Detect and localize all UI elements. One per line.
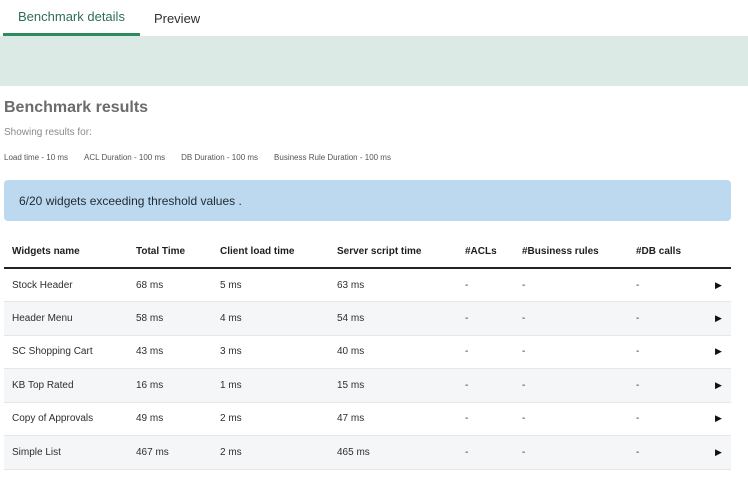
- cell-business-rules: -: [514, 402, 628, 436]
- cell-client-load-time: 3 ms: [212, 335, 329, 369]
- cell-total-time: 467 ms: [128, 435, 212, 470]
- table-header-row: Widgets name Total Time Client load time…: [4, 235, 731, 269]
- cell-acls: -: [457, 301, 514, 336]
- header-banner: [0, 36, 748, 86]
- cell-widget-name: Copy of Approvals: [4, 402, 128, 436]
- cell-client-load-time: 5 ms: [212, 268, 329, 302]
- tab-benchmark-details[interactable]: Benchmark details: [3, 0, 140, 36]
- table-row[interactable]: Header Menu 58 ms 4 ms 54 ms - - - ▶: [4, 301, 731, 336]
- cell-db-calls: -: [628, 368, 698, 403]
- table-row[interactable]: SC Shopping Cart 43 ms 3 ms 40 ms - - - …: [4, 335, 731, 369]
- cell-widget-name: Simple List: [4, 435, 128, 470]
- cell-widget-name: Header Menu: [4, 301, 128, 336]
- filter-db-duration: DB Duration - 100 ms: [181, 153, 259, 162]
- cell-server-script-time: 47 ms: [329, 402, 457, 436]
- cell-widget-name: KB Top Rated: [4, 368, 128, 403]
- page-title: Benchmark results: [4, 99, 149, 116]
- cell-acls: -: [457, 368, 514, 403]
- column-header-expand: [698, 235, 731, 269]
- table-row[interactable]: Stock Header 68 ms 5 ms 63 ms - - - ▶: [4, 268, 731, 302]
- cell-business-rules: -: [514, 368, 628, 403]
- table-row[interactable]: KB Top Rated 16 ms 1 ms 15 ms - - - ▶: [4, 368, 731, 403]
- cell-business-rules: -: [514, 435, 628, 470]
- cell-widget-name: Stock Header: [4, 268, 128, 302]
- tab-preview[interactable]: Preview: [140, 0, 214, 36]
- column-header-acls: #ACLs: [457, 235, 514, 269]
- cell-server-script-time: 54 ms: [329, 301, 457, 336]
- table-row[interactable]: Copy of Approvals 49 ms 2 ms 47 ms - - -…: [4, 402, 731, 436]
- threshold-filters: Load time - 10 ms ACL Duration - 100 ms …: [4, 153, 407, 162]
- cell-acls: -: [457, 402, 514, 436]
- table-row[interactable]: Simple List 467 ms 2 ms 465 ms - - - ▶: [4, 435, 731, 470]
- benchmark-table: Widgets name Total Time Client load time…: [4, 235, 731, 470]
- play-arrow-icon[interactable]: ▶: [698, 268, 731, 302]
- cell-client-load-time: 2 ms: [212, 435, 329, 470]
- cell-widget-name: SC Shopping Cart: [4, 335, 128, 369]
- cell-client-load-time: 2 ms: [212, 402, 329, 436]
- play-arrow-icon[interactable]: ▶: [698, 402, 731, 436]
- cell-server-script-time: 40 ms: [329, 335, 457, 369]
- threshold-alert: 6/20 widgets exceeding threshold values …: [4, 180, 731, 221]
- results-subtitle: Showing results for:: [4, 127, 92, 138]
- cell-server-script-time: 465 ms: [329, 435, 457, 470]
- tab-bar: Benchmark details Preview: [0, 0, 748, 36]
- filter-acl-duration: ACL Duration - 100 ms: [84, 153, 166, 162]
- cell-server-script-time: 15 ms: [329, 368, 457, 403]
- cell-total-time: 43 ms: [128, 335, 212, 369]
- cell-acls: -: [457, 335, 514, 369]
- cell-client-load-time: 1 ms: [212, 368, 329, 403]
- filter-business-rule-duration: Business Rule Duration - 100 ms: [274, 153, 391, 162]
- play-arrow-icon[interactable]: ▶: [698, 435, 731, 470]
- column-header-total-time: Total Time: [128, 235, 212, 269]
- cell-business-rules: -: [514, 268, 628, 302]
- cell-total-time: 16 ms: [128, 368, 212, 403]
- cell-db-calls: -: [628, 335, 698, 369]
- cell-total-time: 58 ms: [128, 301, 212, 336]
- cell-total-time: 68 ms: [128, 268, 212, 302]
- cell-acls: -: [457, 435, 514, 470]
- cell-client-load-time: 4 ms: [212, 301, 329, 336]
- cell-server-script-time: 63 ms: [329, 268, 457, 302]
- cell-business-rules: -: [514, 335, 628, 369]
- cell-db-calls: -: [628, 402, 698, 436]
- column-header-db-calls: #DB calls: [628, 235, 698, 269]
- cell-db-calls: -: [628, 301, 698, 336]
- filter-load-time: Load time - 10 ms: [4, 153, 69, 162]
- cell-total-time: 49 ms: [128, 402, 212, 436]
- cell-db-calls: -: [628, 268, 698, 302]
- cell-db-calls: -: [628, 435, 698, 470]
- play-arrow-icon[interactable]: ▶: [698, 335, 731, 369]
- column-header-business-rules: #Business rules: [514, 235, 628, 269]
- alert-text: 6/20 widgets exceeding threshold values …: [19, 193, 242, 208]
- column-header-server-script-time: Server script time: [329, 235, 457, 269]
- column-header-widget-name: Widgets name: [4, 235, 128, 269]
- cell-business-rules: -: [514, 301, 628, 336]
- cell-acls: -: [457, 268, 514, 302]
- play-arrow-icon[interactable]: ▶: [698, 301, 731, 336]
- column-header-client-load-time: Client load time: [212, 235, 329, 269]
- play-arrow-icon[interactable]: ▶: [698, 368, 731, 403]
